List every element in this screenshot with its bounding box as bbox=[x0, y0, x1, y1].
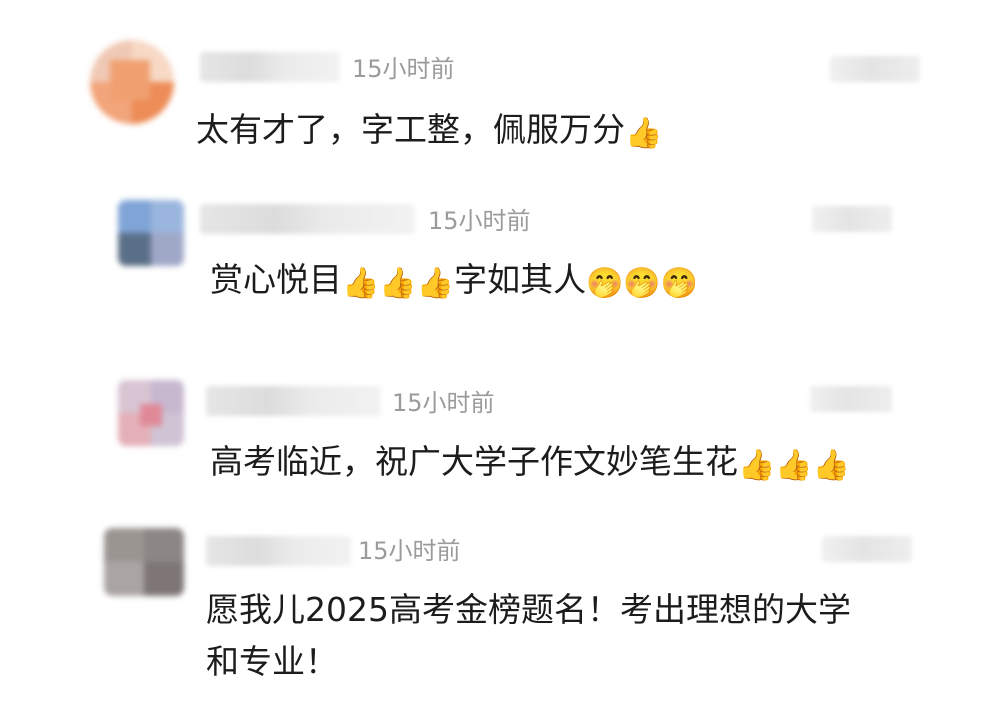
comment-body: 赏心悦目 bbox=[210, 260, 342, 299]
comment-body-continued: 字如其人 bbox=[454, 260, 587, 299]
avatar[interactable] bbox=[118, 380, 184, 446]
avatar[interactable] bbox=[90, 40, 174, 124]
username[interactable] bbox=[206, 536, 351, 566]
comment-text-line-1: 愿我儿2025高考金榜题名！考出理想的大学 bbox=[206, 590, 851, 629]
comment-timestamp: 15小时前 bbox=[392, 389, 495, 417]
comment-text: 太有才了，字工整，佩服万分👍 bbox=[196, 104, 662, 156]
like-button[interactable] bbox=[810, 386, 892, 412]
avatar[interactable] bbox=[104, 528, 184, 596]
avatar[interactable] bbox=[118, 200, 184, 266]
thumbs-up-icon: 👍 bbox=[625, 116, 663, 151]
comment-text: 赏心悦目👍👍👍字如其人🤭🤭🤭 bbox=[210, 254, 698, 306]
comment-timestamp: 15小时前 bbox=[352, 55, 455, 83]
comment-text-line-2: 和专业！ bbox=[206, 642, 338, 681]
comment-timestamp: 15小时前 bbox=[428, 207, 531, 235]
comment-body: 高考临近，祝广大学子作文妙笔生花 bbox=[210, 442, 738, 481]
like-button[interactable] bbox=[822, 536, 912, 562]
username[interactable] bbox=[200, 52, 340, 82]
comment-timestamp: 15小时前 bbox=[358, 537, 461, 565]
comment-text: 高考临近，祝广大学子作文妙笔生花👍👍👍 bbox=[210, 436, 850, 488]
like-button[interactable] bbox=[830, 56, 920, 82]
username[interactable] bbox=[200, 204, 415, 234]
username[interactable] bbox=[206, 386, 381, 416]
shy-face-icon: 🤭🤭🤭 bbox=[586, 266, 699, 301]
like-button[interactable] bbox=[812, 206, 892, 232]
comment-body: 太有才了，字工整，佩服万分 bbox=[196, 110, 625, 149]
thumbs-up-icon: 👍👍👍 bbox=[738, 448, 851, 483]
thumbs-up-icon: 👍👍👍 bbox=[342, 266, 455, 301]
